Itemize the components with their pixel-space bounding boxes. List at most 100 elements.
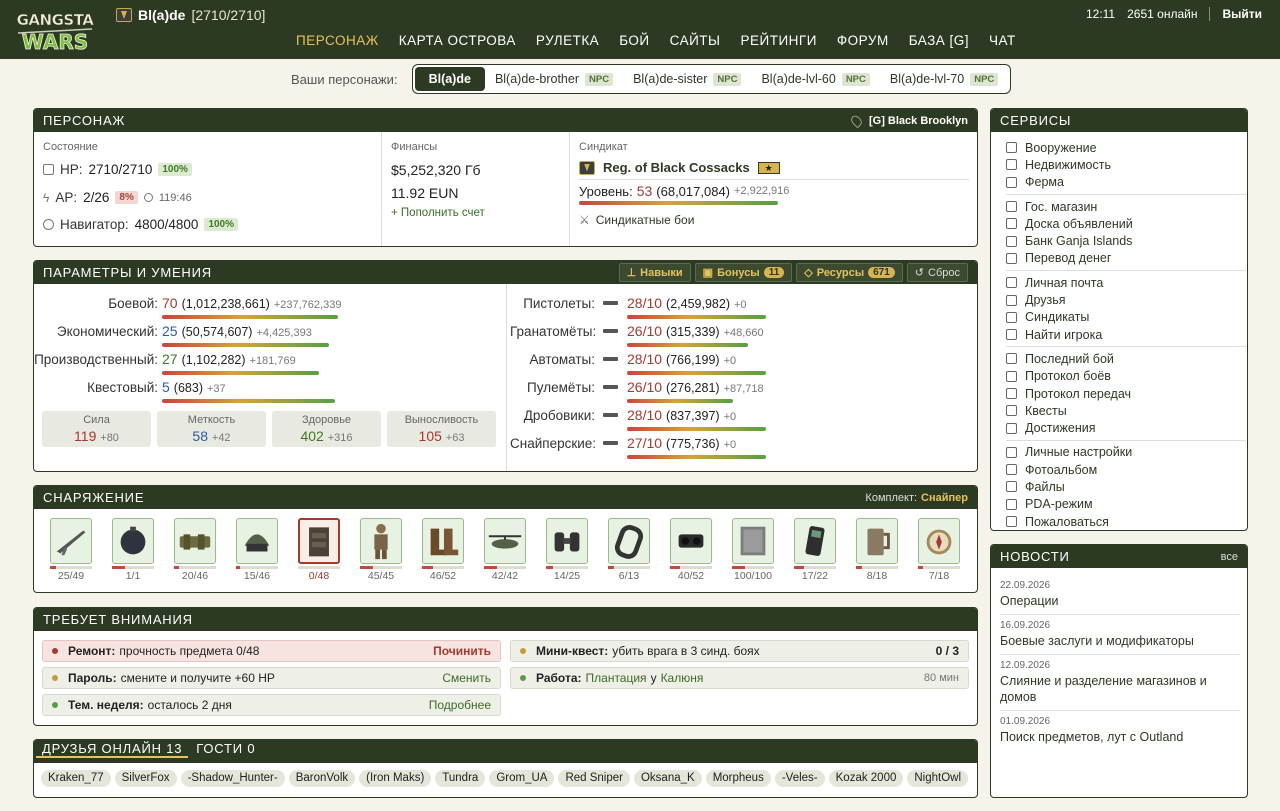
service-item[interactable]: Фотоальбом [1006, 461, 1246, 478]
equipment-slot[interactable]: 45/45 [360, 518, 402, 582]
news-title[interactable]: Поиск предметов, лут с Outland [1000, 729, 1240, 745]
service-item[interactable]: Пожаловаться [1006, 513, 1246, 530]
friend-chip[interactable]: SilverFox [114, 770, 177, 787]
service-item[interactable]: Гос. магазин [1006, 198, 1246, 215]
boots-icon[interactable] [422, 518, 464, 564]
char-tab-lvl60[interactable]: Bl(a)de-lvl-60 NPC [751, 67, 879, 91]
friend-chip[interactable]: -Veles- [774, 770, 825, 787]
suit-icon[interactable] [360, 518, 402, 564]
nav-ratings[interactable]: РЕЙТИНГИ [740, 33, 816, 48]
friend-chip[interactable]: Tundra [435, 770, 486, 787]
char-tab-active[interactable]: Bl(a)de [414, 67, 485, 91]
friend-chip[interactable]: Kozak 2000 [828, 770, 904, 787]
service-item[interactable]: Достижения [1006, 419, 1246, 436]
equipment-slot[interactable]: 7/18 [918, 518, 960, 582]
logout-link[interactable]: Выйти [1222, 7, 1262, 21]
equipment-slot[interactable]: 0/48 [298, 518, 340, 582]
friend-chip[interactable]: -Shadow_Hunter- [180, 770, 285, 787]
work-owner-link[interactable]: Калюня [661, 671, 704, 685]
sniper-rifle-icon[interactable] [50, 518, 92, 564]
syndicate-name-link[interactable]: Reg. of Black Cossacks [603, 160, 750, 175]
service-item[interactable]: Файлы [1006, 478, 1246, 495]
service-item[interactable]: Друзья [1006, 291, 1246, 308]
service-item[interactable]: Протокол передач [1006, 385, 1246, 402]
service-item[interactable]: Синдикаты [1006, 309, 1246, 326]
skills-button[interactable]: ⊥ Навыки [618, 263, 691, 282]
equipment-slot[interactable]: 20/46 [174, 518, 216, 582]
phone-icon[interactable] [794, 518, 836, 564]
nav-island-map[interactable]: КАРТА ОСТРОВА [399, 33, 516, 48]
bracelet-icon[interactable] [608, 518, 650, 564]
service-item[interactable]: Банк Ganja Islands [1006, 232, 1246, 249]
current-character-name[interactable]: Bl(a)de [138, 7, 185, 23]
tab-guests[interactable]: ГОСТИ 0 [196, 741, 255, 758]
equipment-slot[interactable]: 100/100 [732, 518, 774, 582]
service-item[interactable]: Перевод денег [1006, 250, 1246, 267]
equipment-slot[interactable]: 25/49 [50, 518, 92, 582]
service-item[interactable]: Ферма [1006, 174, 1246, 191]
service-item[interactable]: Недвижимость [1006, 156, 1246, 173]
mine-icon[interactable] [112, 518, 154, 564]
topup-link[interactable]: + Пополнить счет [391, 207, 485, 219]
nav-base[interactable]: БАЗА [G] [909, 33, 969, 48]
service-item[interactable]: Личная почта [1006, 274, 1246, 291]
news-title[interactable]: Боевые заслуги и модификаторы [1000, 633, 1240, 649]
vest-icon[interactable] [298, 518, 340, 564]
friend-chip[interactable]: Oksana_K [633, 770, 702, 787]
news-title[interactable]: Операции [1000, 593, 1240, 609]
binoculars-icon[interactable] [546, 518, 588, 564]
equipment-slot[interactable]: 17/22 [794, 518, 836, 582]
change-password-button[interactable]: Сменить [442, 671, 491, 685]
equipment-slot[interactable]: 8/18 [856, 518, 898, 582]
online-count[interactable]: 2651 онлайн [1127, 7, 1197, 21]
current-character[interactable]: Bl(a)de [2710/2710] [116, 7, 265, 23]
friend-chip[interactable]: Grom_UA [489, 770, 555, 787]
location-link[interactable]: [G] Black Brooklyn [869, 115, 968, 127]
equipment-slot[interactable]: 1/1 [112, 518, 154, 582]
repair-button[interactable]: Починить [433, 644, 491, 658]
equipment-slot[interactable]: 15/46 [236, 518, 278, 582]
tab-friends-online[interactable]: ДРУЗЬЯ ОНЛАЙН 13 [36, 741, 189, 758]
service-item[interactable]: Протокол боёв [1006, 368, 1246, 385]
armor-plate-icon[interactable] [732, 518, 774, 564]
nav-sites[interactable]: САЙТЫ [670, 33, 721, 48]
set-name[interactable]: Снайпер [921, 492, 968, 504]
nav-character[interactable]: ПЕРСОНАЖ [296, 33, 379, 48]
char-tab-sister[interactable]: Bl(a)de-sister NPC [623, 67, 751, 91]
service-item[interactable]: PDA-режим [1006, 496, 1246, 513]
service-item[interactable]: Найти игрока [1006, 326, 1246, 343]
friend-chip[interactable]: BaronVolk [288, 770, 356, 787]
service-item[interactable]: Доска объявлений [1006, 215, 1246, 232]
service-item[interactable]: Личные настройки [1006, 444, 1246, 461]
char-tab-brother[interactable]: Bl(a)de-brother NPC [485, 67, 623, 91]
news-title[interactable]: Слияние и разделение магазинов и домов [1000, 673, 1240, 705]
equipment-slot[interactable]: 14/25 [546, 518, 588, 582]
mug-icon[interactable] [856, 518, 898, 564]
nav-roulette[interactable]: РУЛЕТКА [536, 33, 599, 48]
game-logo[interactable]: GANGSTA WARS [12, 5, 98, 55]
helicopter-icon[interactable] [484, 518, 526, 564]
bonuses-button[interactable]: ▣ Бонусы 11 [694, 263, 793, 282]
nightvision-icon[interactable] [670, 518, 712, 564]
syndicate-fights-link[interactable]: ⚔ Синдикатные бои [579, 213, 694, 227]
friend-chip[interactable]: (Iron Maks) [359, 770, 432, 787]
nav-forum[interactable]: ФОРУМ [837, 33, 889, 48]
belt-icon[interactable] [174, 518, 216, 564]
resources-button[interactable]: ◇ Ресурсы 671 [796, 263, 903, 282]
equipment-slot[interactable]: 40/52 [670, 518, 712, 582]
nav-fight[interactable]: БОЙ [619, 33, 649, 48]
char-tab-lvl70[interactable]: Bl(a)de-lvl-70 NPC [880, 67, 1008, 91]
news-item[interactable]: 16.09.2026 Боевые заслуги и модификаторы [1000, 620, 1240, 649]
details-link[interactable]: Подробнее [429, 698, 491, 712]
compass-icon[interactable] [918, 518, 960, 564]
friend-chip[interactable]: Kraken_77 [41, 770, 111, 787]
friend-chip[interactable]: Red Sniper [558, 770, 630, 787]
nav-chat[interactable]: ЧАТ [989, 33, 1016, 48]
service-item[interactable]: Последний бой [1006, 350, 1246, 367]
service-item[interactable]: Квесты [1006, 402, 1246, 419]
news-item[interactable]: 22.09.2026 Операции [1000, 580, 1240, 609]
work-place-link[interactable]: Плантация [586, 671, 647, 685]
news-item[interactable]: 01.09.2026 Поиск предметов, лут с Outland [1000, 716, 1240, 745]
equipment-slot[interactable]: 42/42 [484, 518, 526, 582]
helmet-icon[interactable] [236, 518, 278, 564]
